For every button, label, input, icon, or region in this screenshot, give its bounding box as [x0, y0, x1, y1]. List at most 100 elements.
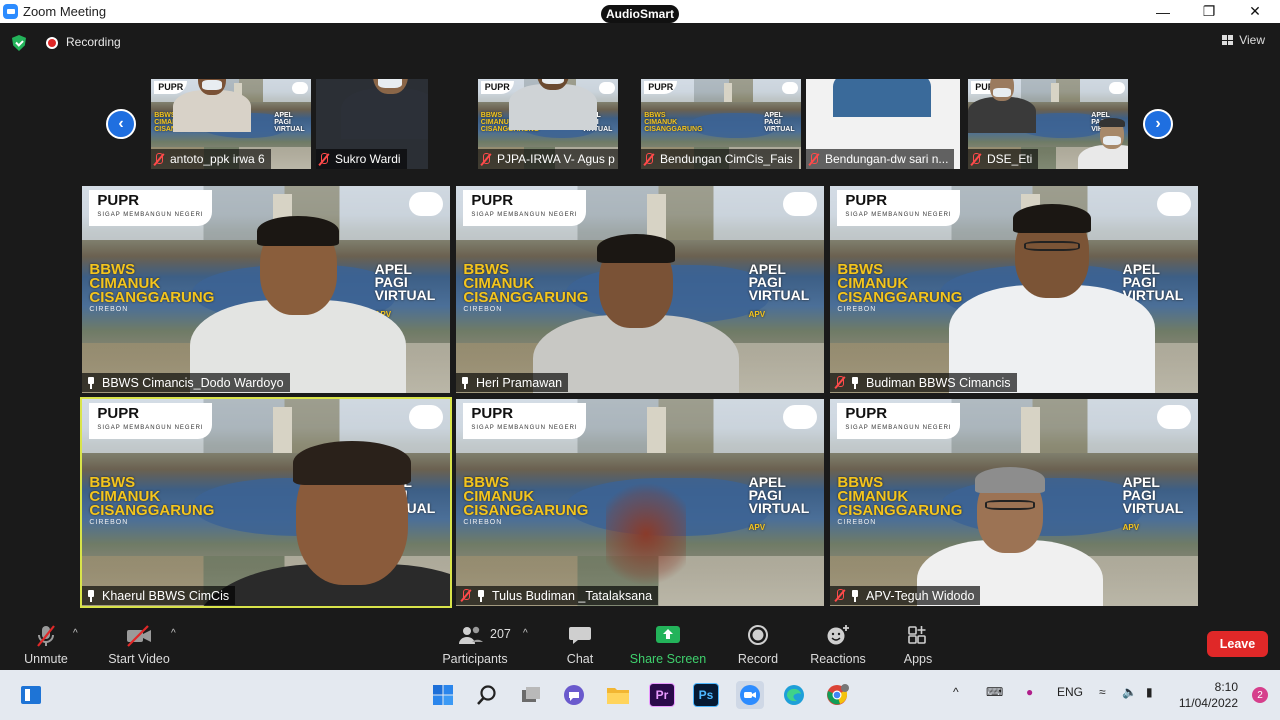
participant-thumbnail[interactable]: Bendungan-dw sari n... [806, 79, 960, 169]
audiosmart-badge: AudioSmart [601, 5, 679, 23]
microphone-muted-icon [970, 152, 982, 166]
audio-options-caret-icon[interactable]: ^ [73, 628, 78, 639]
teams-chat-icon[interactable] [561, 683, 587, 707]
thumbnail-name-label: DSE_Eti [968, 149, 1039, 169]
file-explorer-icon[interactable] [605, 683, 631, 707]
chevron-left-icon: ‹ [118, 115, 124, 132]
windows-taskbar: Pr Ps ^ ⌨ ● ENG ≈ 🔈 ▮ 8:10 11/04/2022 2 [0, 670, 1280, 720]
previous-page-button[interactable]: ‹ [106, 109, 136, 139]
pupr-logo: PUPR SIGAP MEMBANGUN NEGERI [89, 403, 212, 440]
minimize-button[interactable]: — [1140, 0, 1186, 23]
video-tile[interactable]: PUPR SIGAP MEMBANGUN NEGERI BBWS CIMANUK CIS… [456, 186, 824, 393]
wifi-icon[interactable]: ≈ [1099, 685, 1106, 699]
bbws-badge-icon [408, 192, 443, 217]
bbws-title: BBWSCIMANUKCISANGGARUNG [837, 260, 963, 306]
record-button[interactable]: Record [734, 622, 782, 670]
bbws-title: BBWSCIMANUKCISANGGARUNG [837, 473, 963, 519]
apel-pagi-virtual-title: APELPAGIVIRTUAL [764, 112, 795, 134]
participant-name-label: BBWS Cimancis_Dodo Wardoyo [82, 373, 290, 392]
participant-name-label: APV-Teguh Widodo [830, 586, 981, 605]
video-tile[interactable]: PUPR SIGAP MEMBANGUN NEGERI BBWS CIMANUK CIS… [830, 399, 1198, 606]
bbws-badge-icon [1156, 405, 1191, 430]
bbws-badge-icon [1108, 81, 1125, 94]
participant-thumbnail[interactable]: PUPRBBWSCIMANUKCISANGGARUNGAPELPAGIVIRTU… [641, 79, 801, 169]
search-icon[interactable] [474, 683, 500, 707]
video-options-caret-icon[interactable]: ^ [171, 628, 176, 639]
pin-icon [850, 376, 860, 389]
clock-time: 8:10 [1214, 680, 1238, 694]
edge-browser-icon[interactable] [781, 683, 807, 707]
start-menu-icon[interactable] [430, 683, 456, 707]
unmute-button[interactable]: Unmute [18, 622, 74, 670]
video-tile[interactable]: PUPR SIGAP MEMBANGUN NEGERI BBWS CIMANUK CIS… [830, 186, 1198, 393]
chat-bubble-icon [569, 627, 591, 644]
bbws-title: BBWSCIMANUKCISANGGARUNG [89, 260, 215, 306]
photoshop-icon[interactable]: Ps [693, 683, 719, 707]
video-tile[interactable]: PUPR SIGAP MEMBANGUN NEGERI BBWS CIMANUK CIS… [80, 397, 452, 608]
blurred-foreground [606, 479, 686, 589]
participant-name-label: Khaerul BBWS CimCis [82, 586, 236, 605]
microphone-muted-icon [834, 376, 846, 389]
battery-icon[interactable]: ▮ [1146, 685, 1153, 699]
apps-icon [908, 626, 926, 644]
video-tile[interactable]: PUPR SIGAP MEMBANGUN NEGERI BBWS CIMANUK CIS… [82, 186, 450, 393]
pin-icon [476, 589, 486, 602]
notification-badge[interactable]: 2 [1252, 687, 1268, 703]
leave-button[interactable]: Leave [1207, 631, 1268, 657]
apel-pagi-virtual-title: APELPAGIVIRTUALAPV [1122, 473, 1184, 532]
windows-logo-left-icon[interactable] [18, 683, 44, 707]
share-screen-button[interactable]: Share Screen [628, 622, 708, 670]
bbws-badge-icon [782, 405, 817, 430]
view-button[interactable]: View [1222, 33, 1265, 47]
task-view-icon[interactable] [518, 683, 544, 707]
language-indicator[interactable]: ENG [1057, 685, 1083, 699]
participants-options-caret-icon[interactable]: ^ [523, 628, 528, 639]
pupr-logo: PUPR SIGAP MEMBANGUN NEGERI [463, 403, 586, 440]
participant-thumbnail[interactable]: Sukro Wardi [316, 79, 428, 169]
apps-button[interactable]: Apps [896, 622, 940, 670]
apel-pagi-virtual-title: APELPAGIVIRTUAL [274, 112, 305, 134]
participants-button[interactable]: 207 Participants [440, 622, 511, 670]
show-hidden-icons-chevron-icon[interactable]: ^ [953, 685, 959, 699]
maximize-button[interactable]: ❐ [1186, 0, 1232, 23]
premiere-pro-icon[interactable]: Pr [649, 683, 675, 707]
zoom-taskbar-icon[interactable] [736, 681, 764, 709]
apel-pagi-virtual-title: APELPAGIVIRTUALAPV [748, 473, 810, 532]
next-page-button[interactable]: › [1143, 109, 1173, 139]
video-tile[interactable]: PUPR SIGAP MEMBANGUN NEGERI BBWS CIMANUK CIS… [456, 399, 824, 606]
record-label: Record [737, 652, 779, 666]
grid-view-icon [1222, 35, 1234, 45]
bbws-badge-icon [782, 192, 817, 217]
participant-thumbnail[interactable]: PUPRBBWSCIMANUKCISANGGARUNGAPELPAGIVIRTU… [478, 79, 618, 169]
chat-button[interactable]: Chat [556, 622, 604, 670]
system-clock[interactable]: 8:10 11/04/2022 [1179, 679, 1238, 711]
start-video-button[interactable]: Start Video [104, 622, 174, 670]
share-screen-label: Share Screen [629, 652, 707, 666]
reactions-button[interactable]: Reactions [806, 622, 870, 670]
participant-name-label: Heri Pramawan [456, 373, 569, 392]
chrome-browser-icon[interactable] [825, 683, 851, 707]
bbws-title: BBWSCIMANUKCISANGGARUNG [89, 473, 215, 519]
chat-label: Chat [566, 652, 594, 666]
encryption-shield-icon[interactable] [12, 35, 26, 51]
bbws-title: BBWSCIMANUKCISANGGARUNG [463, 473, 589, 519]
bbws-title: BBWSCIMANUKCISANGGARUNG [644, 112, 703, 134]
start-video-label: Start Video [108, 652, 170, 666]
bbws-badge-icon [291, 81, 308, 94]
participant-thumbnail[interactable]: PUPRBBWSCIMANUKCISANGGARUNGAPELPAGIVIRTU… [151, 79, 311, 169]
close-button[interactable]: ✕ [1232, 0, 1278, 23]
share-screen-arrow-icon [656, 626, 680, 643]
clock-date: 11/04/2022 [1178, 696, 1238, 710]
thumbnail-name-label: Bendungan CimCis_Fais [641, 149, 799, 169]
keyboard-icon[interactable]: ⌨ [986, 685, 1003, 699]
microphone-muted-icon [37, 625, 55, 647]
pupr-logo: PUPR SIGAP MEMBANGUN NEGERI [463, 190, 586, 227]
volume-icon[interactable]: 🔈 [1122, 685, 1137, 699]
participant-thumbnail[interactable]: PUPRBBWSCIMANUKCISANGGARUNGAPELPAGIVIRTU… [968, 79, 1128, 169]
view-label: View [1239, 33, 1265, 47]
microphone-in-use-icon[interactable]: ● [1026, 685, 1033, 699]
microphone-muted-icon [318, 152, 330, 166]
apps-label: Apps [903, 652, 933, 666]
recording-icon [46, 37, 58, 49]
chevron-right-icon: › [1155, 115, 1161, 132]
